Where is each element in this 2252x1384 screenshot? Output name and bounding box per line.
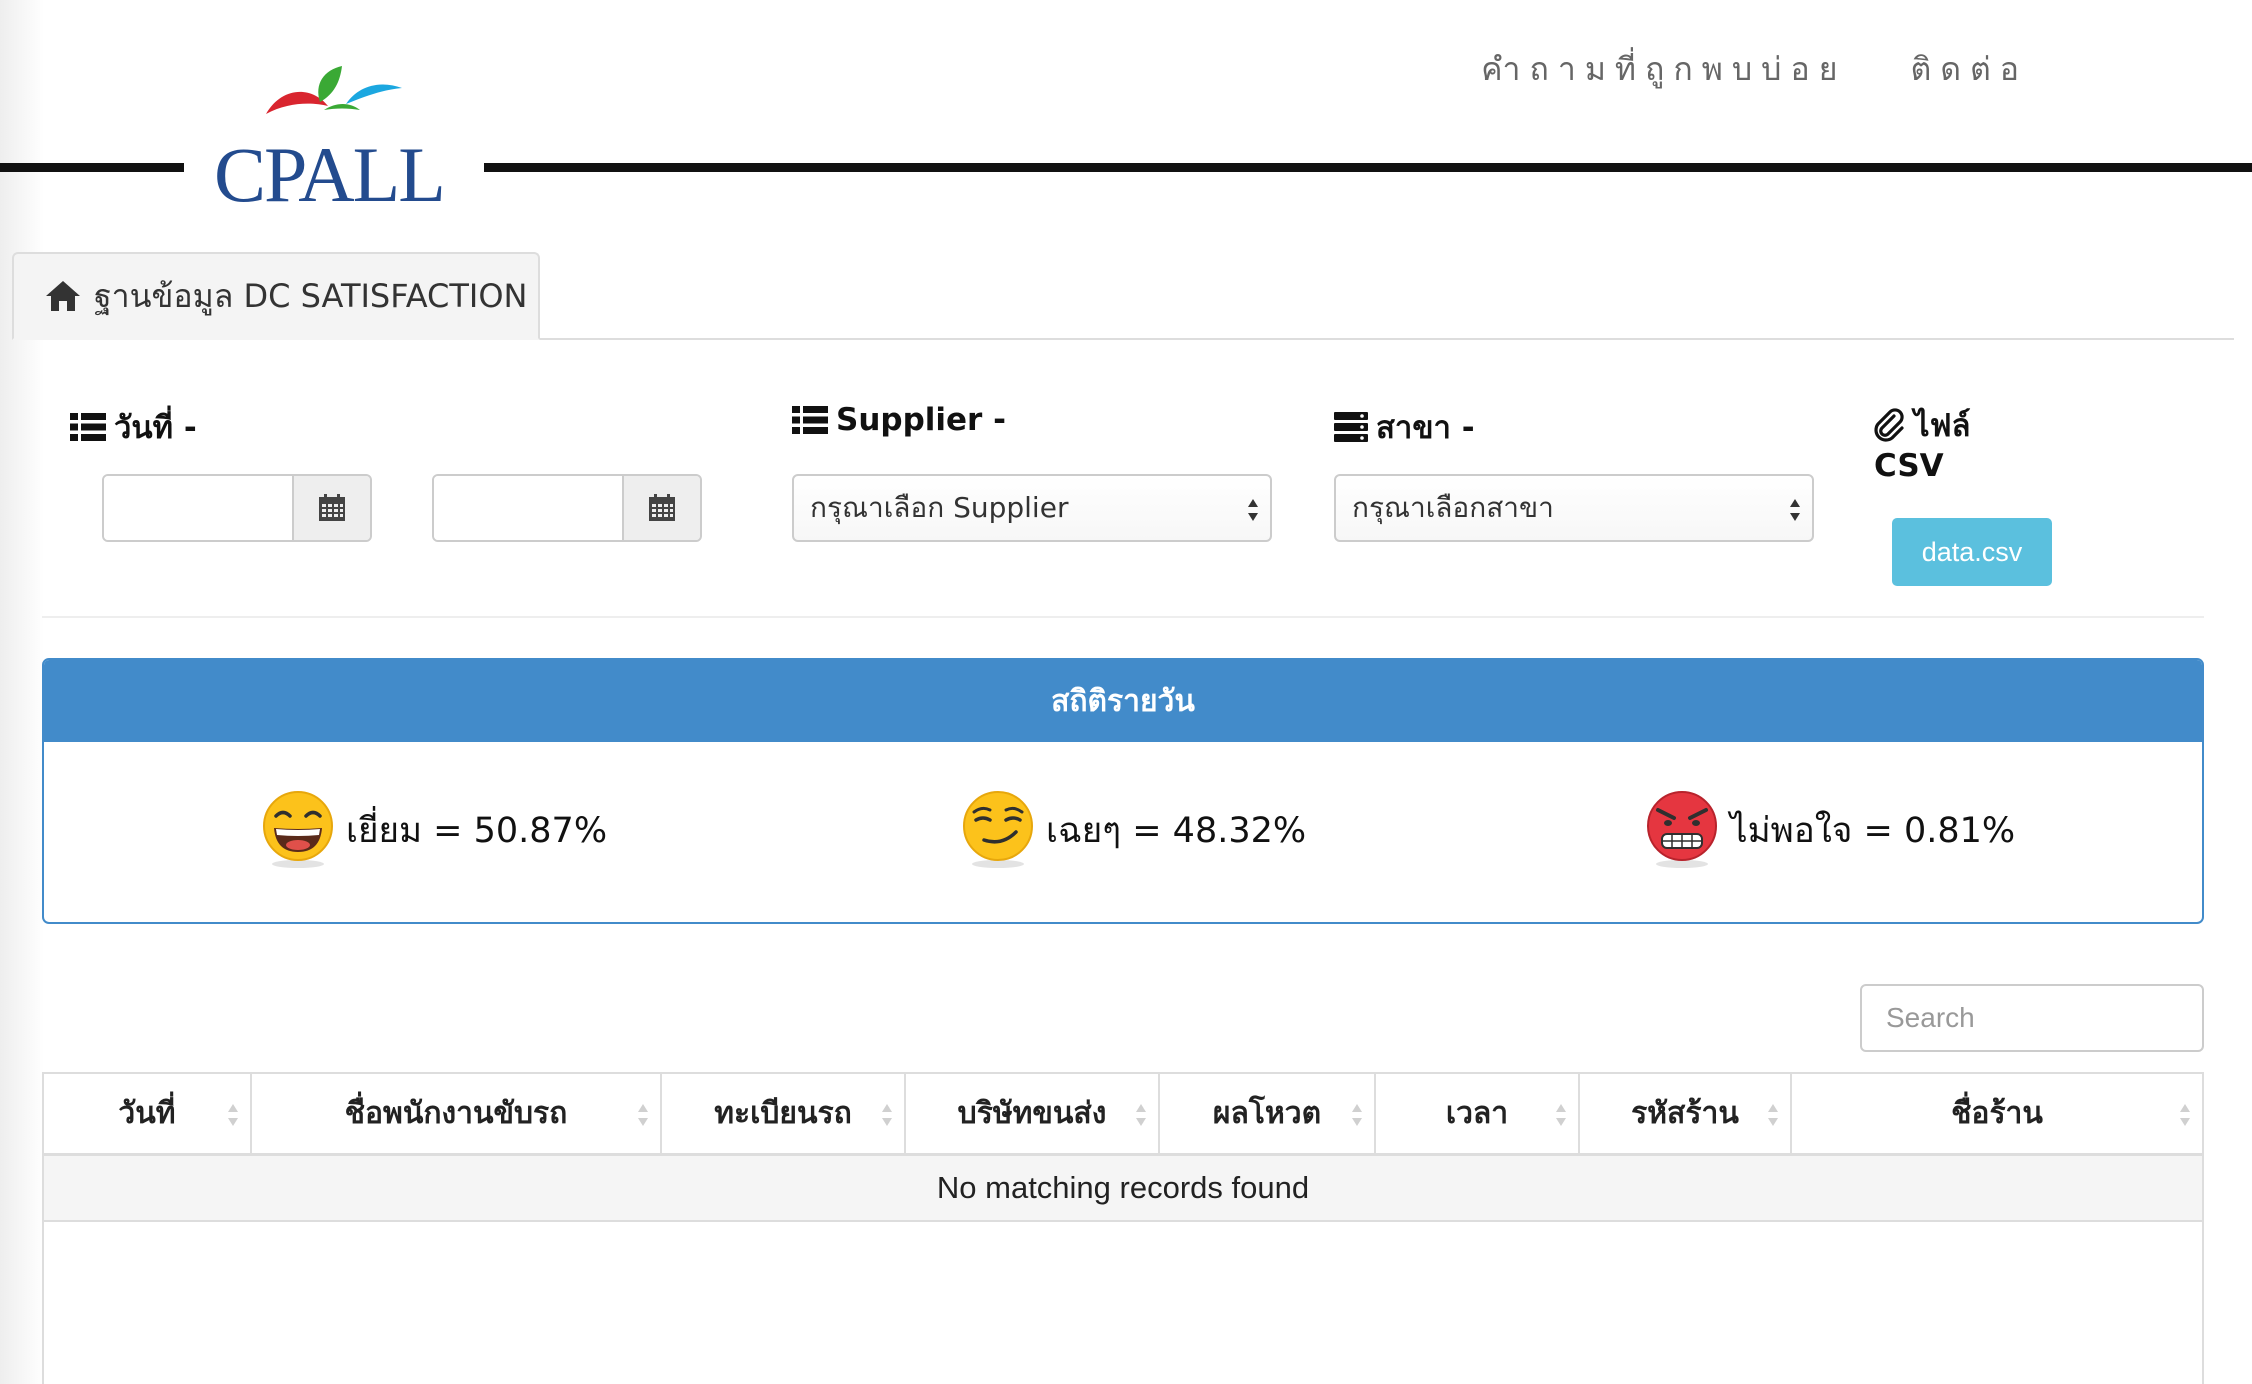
- column-header-transport-company[interactable]: บริษัทขนส่ง: [906, 1074, 1160, 1153]
- sort-icon: [1768, 1104, 1778, 1126]
- date-filter-text: วันที่ -: [114, 410, 197, 446]
- column-header-store-name[interactable]: ชื่อร้าน: [1792, 1074, 2202, 1153]
- logo-wordmark: CPALL: [214, 131, 446, 218]
- daily-stats-panel: สถิติรายวัน เยี่ยม = 50.87% เฉยๆ = 48.32…: [42, 658, 2204, 924]
- date-to-input[interactable]: [434, 476, 622, 540]
- list-icon: [70, 413, 106, 441]
- results-table: วันที่ ชื่อพนักงานขับรถ ทะเบียนรถ บริษัท…: [42, 1072, 2204, 1384]
- column-header-date[interactable]: วันที่: [44, 1074, 252, 1153]
- csv-file-label-line2: CSV: [1874, 448, 1944, 484]
- header-rule-left: [0, 163, 184, 172]
- list-icon: [792, 406, 828, 434]
- stat-unsatisfied: ไม่พอใจ = 0.81%: [1644, 790, 2015, 870]
- column-header-vote-result[interactable]: ผลโหวต: [1160, 1074, 1376, 1153]
- date-to-calendar-button[interactable]: [622, 476, 700, 540]
- select-arrows-icon: [1790, 499, 1800, 521]
- angry-face-icon: [1647, 791, 1717, 868]
- sort-icon: [1136, 1104, 1146, 1126]
- column-header-label: ชื่อร้าน: [1951, 1096, 2043, 1131]
- daily-stats-title: สถิติรายวัน: [44, 660, 2202, 742]
- calendar-icon: [649, 494, 675, 521]
- table-header-row: วันที่ ชื่อพนักงานขับรถ ทะเบียนรถ บริษัท…: [44, 1074, 2202, 1156]
- csv-file-label: ไฟล์: [1872, 400, 1971, 450]
- column-header-time[interactable]: เวลา: [1376, 1074, 1580, 1153]
- csv-file-label-text-2: CSV: [1874, 448, 1944, 484]
- sort-icon: [1556, 1104, 1566, 1126]
- filters-divider: [42, 616, 2204, 618]
- tab-dc-satisfaction[interactable]: ฐานข้อมูล DC SATISFACTION: [12, 252, 540, 340]
- nav-contact-link[interactable]: ติดต่อ: [1910, 44, 2028, 95]
- branch-filter-label: สาขา -: [1334, 402, 1475, 452]
- smirking-face-icon: [963, 791, 1033, 868]
- stat-excellent-text: เยี่ยม = 50.87%: [346, 810, 608, 851]
- date-to-field: [432, 474, 702, 542]
- column-header-license-plate[interactable]: ทะเบียนรถ: [662, 1074, 906, 1153]
- supplier-select[interactable]: กรุณาเลือก Supplier: [792, 474, 1272, 542]
- header-rule-right: [484, 163, 2252, 172]
- calendar-icon: [319, 494, 345, 521]
- column-header-label: ทะเบียนรถ: [714, 1096, 852, 1131]
- laughing-face-icon: [263, 791, 333, 868]
- paperclip-icon: [1874, 408, 1904, 442]
- date-filter-label: วันที่ -: [70, 402, 197, 452]
- branch-select[interactable]: กรุณาเลือกสาขา: [1334, 474, 1814, 542]
- sort-icon: [638, 1104, 648, 1126]
- sort-icon: [882, 1104, 892, 1126]
- server-stack-icon: [1334, 412, 1368, 442]
- download-csv-button[interactable]: data.csv: [1892, 518, 2052, 586]
- top-navigation: คำถามที่ถูกพบบ่อย ติดต่อ: [1481, 44, 2028, 95]
- column-header-label: รหัสร้าน: [1631, 1096, 1739, 1131]
- date-from-field: [102, 474, 372, 542]
- column-header-store-code[interactable]: รหัสร้าน: [1580, 1074, 1792, 1153]
- column-header-driver-name[interactable]: ชื่อพนักงานขับรถ: [252, 1074, 662, 1153]
- sort-icon: [1352, 1104, 1362, 1126]
- supplier-filter-text: Supplier -: [836, 402, 1007, 438]
- table-search-input[interactable]: [1860, 984, 2204, 1052]
- stat-neutral-text: เฉยๆ = 48.32%: [1046, 810, 1307, 851]
- csv-file-label-text: ไฟล์: [1914, 408, 1971, 444]
- select-arrows-icon: [1248, 499, 1258, 521]
- branch-filter-text: สาขา -: [1376, 410, 1475, 446]
- nav-faq-link[interactable]: คำถามที่ถูกพบบ่อย: [1481, 44, 1846, 95]
- stat-neutral: เฉยๆ = 48.32%: [960, 790, 1306, 870]
- column-header-label: เวลา: [1445, 1096, 1509, 1131]
- date-from-input[interactable]: [104, 476, 292, 540]
- branch-select-value: กรุณาเลือกสาขา: [1352, 491, 1554, 524]
- table-empty-row: No matching records found: [44, 1156, 2202, 1222]
- stat-unsatisfied-text: ไม่พอใจ = 0.81%: [1730, 810, 2016, 851]
- column-header-label: ผลโหวต: [1212, 1096, 1322, 1131]
- sort-icon: [2180, 1104, 2190, 1126]
- date-from-calendar-button[interactable]: [292, 476, 370, 540]
- column-header-label: ชื่อพนักงานขับรถ: [344, 1096, 568, 1131]
- cpall-logo[interactable]: CPALL: [212, 66, 462, 214]
- home-icon: [46, 281, 80, 311]
- sort-icon: [228, 1104, 238, 1126]
- tab-label: ฐานข้อมูล DC SATISFACTION: [94, 276, 528, 315]
- column-header-label: วันที่: [118, 1096, 176, 1131]
- supplier-select-value: กรุณาเลือก Supplier: [810, 491, 1069, 524]
- column-header-label: บริษัทขนส่ง: [957, 1096, 1107, 1131]
- supplier-filter-label: Supplier -: [792, 402, 1006, 438]
- logo-leaves-icon: [266, 66, 402, 114]
- stat-excellent: เยี่ยม = 50.87%: [260, 790, 607, 870]
- page-edge-shade: [0, 0, 44, 1384]
